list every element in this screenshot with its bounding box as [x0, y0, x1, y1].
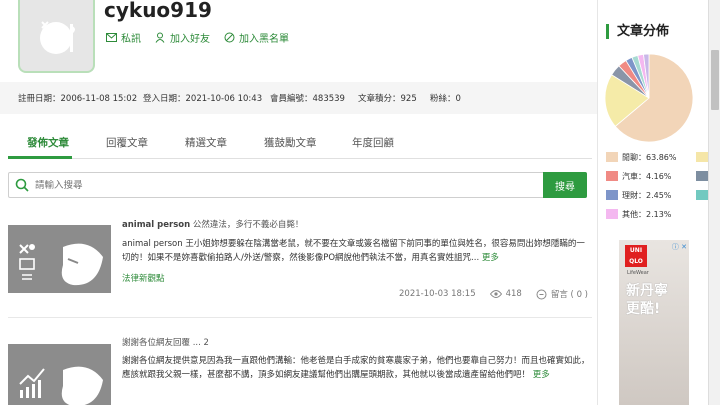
legend-swatch: [696, 190, 708, 200]
avatar-placeholder-icon: [40, 21, 75, 54]
comments-count: 留言 ( 0 ): [550, 290, 588, 300]
legend-swatch: [606, 190, 618, 200]
legend-swatch: [606, 152, 618, 162]
tab-published[interactable]: 發佈文章: [27, 135, 69, 150]
message-button[interactable]: 私訊: [106, 30, 141, 45]
search-icon: [15, 178, 29, 192]
avatar[interactable]: [18, 0, 95, 73]
legend-item: 閒聊：63.86%: [606, 152, 708, 164]
post-comments[interactable]: 留言 ( 0 ): [536, 288, 588, 300]
post-thumbnail[interactable]: [8, 225, 111, 293]
article-distribution-pie-chart: [604, 53, 694, 143]
stat-member-id: 會員編號：483539: [270, 94, 345, 104]
scrollbar-thumb[interactable]: [711, 50, 719, 110]
active-tab-indicator: [8, 156, 72, 159]
legend-swatch: [606, 171, 618, 181]
post-date: 2021-10-03 18:15: [399, 289, 476, 299]
more-link[interactable]: 更多: [533, 370, 550, 380]
search-button[interactable]: 搜尋: [543, 172, 587, 198]
ad-close-icon[interactable]: ⓘ ✕: [672, 242, 687, 252]
tab-featured[interactable]: 精選文章: [185, 135, 227, 150]
post-excerpt: 謝謝各位網友提供意見因為我一直跟他們溝輸：他老爸是白手成家的貧寒農家子弟，他們也…: [122, 354, 590, 382]
tab-bar: 發佈文章 回覆文章 精選文章 獲鼓勵文章 年度回顧: [8, 128, 592, 159]
advertisement[interactable]: UNI QLO ⓘ ✕ LifeWear 新丹寧更酷!: [619, 240, 689, 405]
legend-item: 理財：2.45%: [606, 190, 708, 202]
law-icon: [19, 243, 103, 286]
legend-item: 其他：2.13%: [606, 209, 708, 221]
post-views: 418: [489, 289, 522, 299]
block-icon: [224, 32, 235, 43]
stat-register-date: 註冊日期：2006-11-08 15:02: [18, 94, 138, 104]
post-excerpt: animal person 王小姐妳想要躲在陰溝當老鼠，就不要在文章或簽名檔留下…: [122, 237, 590, 265]
post-excerpt-text: 謝謝各位網友提供意見因為我一直跟他們溝輸：他老爸是白手成家的貧寒農家子弟，他們也…: [122, 356, 590, 380]
ad-headline-2: 更酷!: [626, 301, 661, 317]
add-friend-button[interactable]: 加入好友: [155, 30, 210, 45]
legend-label: 閒聊：63.86%: [622, 153, 677, 162]
legend-swatch: [696, 152, 708, 162]
mail-icon: [106, 33, 117, 42]
profile-stats: 註冊日期：2006-11-08 15:02 登入日期：2021-10-06 10…: [0, 82, 597, 114]
post-excerpt-text: animal person 王小姐妳想要躲在陰溝當老鼠，就不要在文章或簽名檔留下…: [122, 239, 585, 263]
block-button[interactable]: 加入黑名單: [224, 30, 289, 45]
post-title-text: 公然違法，多行不義必自斃！: [190, 220, 304, 230]
tab-annual-review[interactable]: 年度回顧: [352, 135, 394, 150]
message-label: 私訊: [121, 34, 141, 45]
ad-headline: 新丹寧更酷!: [626, 282, 668, 318]
legend-swatch: [606, 209, 618, 219]
post-category[interactable]: 法律新觀點: [122, 272, 165, 284]
scrollbar[interactable]: [708, 0, 720, 405]
ad-headline-1: 新丹寧: [626, 283, 668, 299]
tab-replies[interactable]: 回覆文章: [106, 135, 148, 150]
list-item: animal person 公然違法，多行不義必自斃！ animal perso…: [8, 208, 592, 318]
block-label: 加入黑名單: [239, 34, 289, 45]
comment-icon: [536, 289, 547, 299]
views-count: 418: [505, 289, 522, 299]
legend-label: 其他：2.13%: [622, 210, 672, 219]
add-friend-label: 加入好友: [170, 34, 210, 45]
main-content: cykuo919 私訊 加入好友 加入黑名單 註冊日期：2006-11-08 1…: [0, 0, 597, 405]
sidebar: 文章分佈 閒聊：63.86% 汽車：4.16% 理財：2.45% 其他：2.13…: [597, 0, 708, 405]
ad-logo: UNI QLO: [625, 245, 647, 267]
stat-login-date: 登入日期：2021-10-06 10:43: [143, 94, 263, 104]
finance-icon: [19, 366, 103, 405]
profile-actions: 私訊 加入好友 加入黑名單: [106, 30, 303, 45]
post-thumbnail[interactable]: [8, 344, 111, 405]
ad-brand: LifeWear: [627, 270, 649, 276]
tab-encouraged[interactable]: 獲鼓勵文章: [264, 135, 317, 150]
eye-icon: [489, 290, 502, 298]
post-title[interactable]: animal person 公然違法，多行不義必自斃！: [122, 218, 303, 230]
article-distribution-title: 文章分佈: [606, 24, 669, 39]
legend-label: 汽車：4.16%: [622, 172, 672, 181]
more-link[interactable]: 更多: [482, 253, 499, 263]
legend-swatch: [696, 171, 708, 181]
username: cykuo919: [104, 0, 212, 22]
search-bar: 搜尋: [8, 172, 587, 198]
stat-score: 文章積分：925: [358, 94, 417, 104]
post-title[interactable]: 謝謝各位網友回覆 ... 2: [122, 336, 209, 348]
search-input[interactable]: [35, 179, 535, 191]
list-item: 謝謝各位網友回覆 ... 2 謝謝各位網友提供意見因為我一直跟他們溝輸：他老爸是…: [8, 330, 592, 405]
post-meta: 2021-10-03 18:15 418 留言 ( 0 ): [399, 288, 588, 300]
add-friend-icon: [155, 32, 165, 43]
stat-fans: 粉絲：0: [430, 94, 461, 104]
legend-item: 汽車：4.16%: [606, 171, 708, 183]
post-title-author: animal person: [122, 220, 191, 230]
legend-label: 理財：2.45%: [622, 191, 672, 200]
